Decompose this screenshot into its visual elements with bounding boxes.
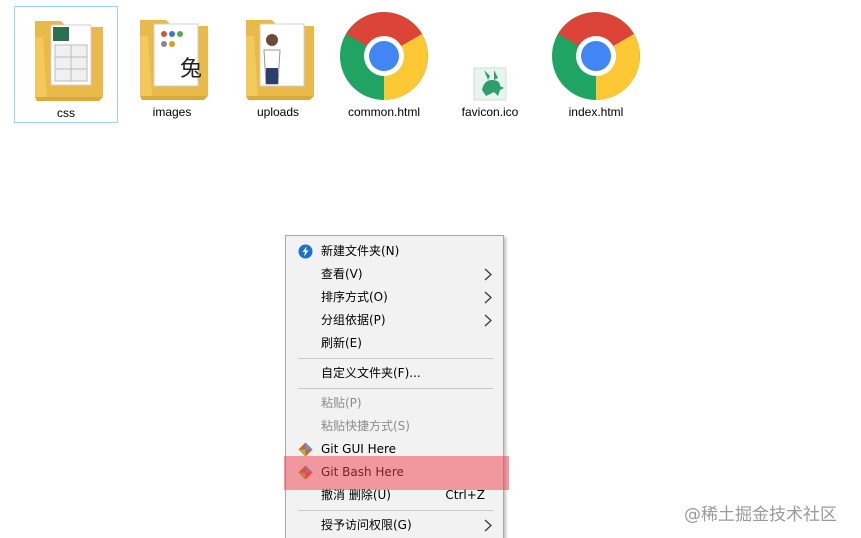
- watermark: @稀土掘金技术社区: [684, 505, 837, 525]
- git-icon: [298, 442, 313, 457]
- menu-item-label: 自定义文件夹(F)...: [321, 366, 421, 380]
- file-item-common-html[interactable]: common.html: [332, 6, 436, 123]
- desktop-window: css 兔 images uploads common.html favicon…: [0, 0, 861, 538]
- new-folder-icon: [298, 244, 313, 259]
- file-item-favicon[interactable]: favicon.ico: [438, 6, 542, 123]
- file-name: uploads: [256, 105, 300, 119]
- menu-item-label: 刷新(E): [321, 336, 362, 350]
- chevron-right-icon: [484, 268, 492, 281]
- file-item-images[interactable]: 兔 images: [120, 6, 224, 123]
- menu-item-group[interactable]: 分组依据(P): [286, 309, 503, 332]
- menu-item-new-folder[interactable]: 新建文件夹(N): [286, 240, 503, 263]
- chrome-icon: [552, 12, 640, 100]
- chevron-right-icon: [484, 519, 492, 532]
- file-name: css: [57, 106, 75, 120]
- menu-separator: [298, 358, 493, 359]
- file-name: index.html: [568, 105, 624, 119]
- git-bash-highlight: [284, 456, 509, 490]
- folder-icon: [35, 21, 103, 101]
- favicon-icon: [473, 67, 507, 101]
- file-name: images: [152, 105, 192, 119]
- file-item-css[interactable]: css: [14, 6, 118, 123]
- menu-item-refresh[interactable]: 刷新(E): [286, 332, 503, 355]
- menu-separator: [298, 510, 493, 511]
- menu-item-paste[interactable]: 粘贴(P): [286, 392, 503, 415]
- context-menu: 新建文件夹(N) 查看(V) 排序方式(O) 分组依据(P) 刷新(E) 自定义: [285, 235, 504, 538]
- menu-item-label: 分组依据(P): [321, 313, 386, 327]
- folder-icon: [246, 20, 314, 100]
- menu-item-customize-folder[interactable]: 自定义文件夹(F)...: [286, 362, 503, 385]
- menu-item-label: 粘贴(P): [321, 396, 362, 410]
- file-item-uploads[interactable]: uploads: [226, 6, 330, 123]
- chrome-icon: [340, 12, 428, 100]
- menu-item-sort[interactable]: 排序方式(O): [286, 286, 503, 309]
- folder-icon: 兔: [140, 20, 208, 100]
- file-name: common.html: [347, 105, 421, 119]
- chevron-right-icon: [484, 314, 492, 327]
- menu-item-label: 粘贴快捷方式(S): [321, 419, 410, 433]
- menu-item-label: 新建文件夹(N): [321, 244, 400, 258]
- menu-item-view[interactable]: 查看(V): [286, 263, 503, 286]
- menu-item-label: 查看(V): [321, 267, 363, 281]
- menu-item-grant-access[interactable]: 授予访问权限(G): [286, 514, 503, 537]
- menu-item-label: 授予访问权限(G): [321, 518, 412, 532]
- menu-separator: [298, 388, 493, 389]
- file-item-index-html[interactable]: index.html: [544, 6, 648, 123]
- menu-item-label: 排序方式(O): [321, 290, 388, 304]
- file-name: favicon.ico: [461, 105, 519, 119]
- chevron-right-icon: [484, 291, 492, 304]
- menu-item-paste-shortcut[interactable]: 粘贴快捷方式(S): [286, 415, 503, 438]
- svg-text:兔: 兔: [180, 57, 202, 82]
